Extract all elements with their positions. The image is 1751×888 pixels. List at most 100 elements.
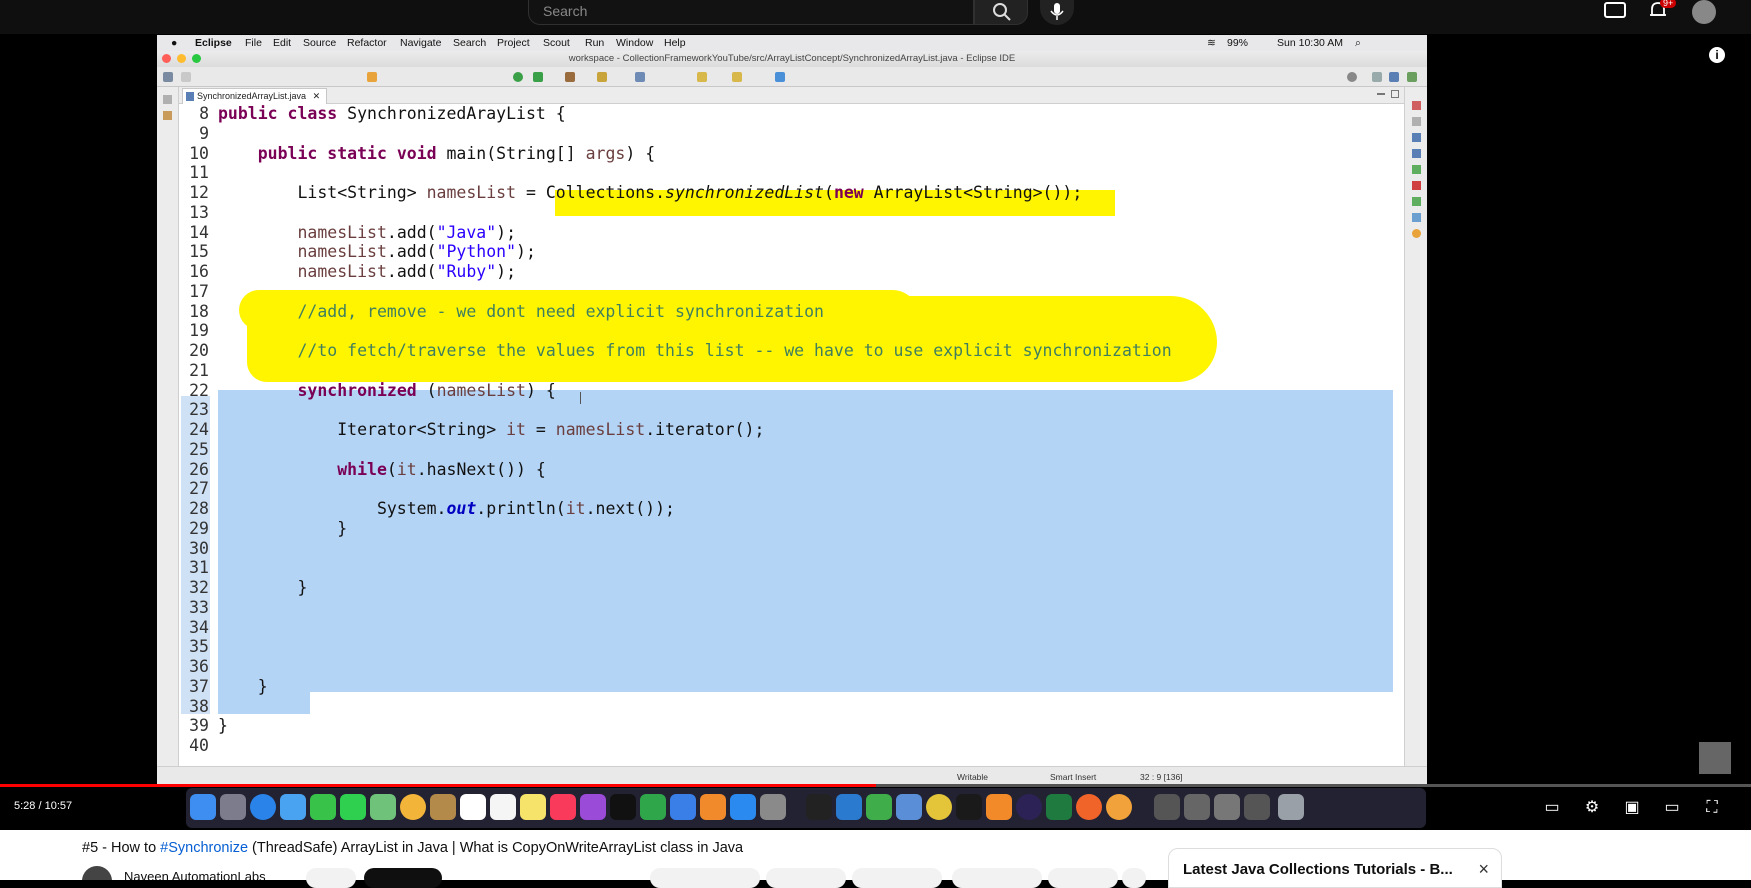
menu-search[interactable]: Search [453, 37, 486, 49]
launchpad-icon[interactable] [220, 794, 246, 820]
code-line[interactable]: } [218, 716, 228, 736]
java-perspective-icon[interactable] [1389, 72, 1399, 82]
close-window-button[interactable] [162, 54, 171, 63]
console-icon[interactable] [1412, 149, 1421, 158]
code-line[interactable]: public static void main(String[] args) { [218, 144, 655, 164]
settings-app-icon[interactable] [1106, 794, 1132, 820]
hashtag-link[interactable]: #Synchronize [160, 840, 248, 856]
wifi-icon[interactable]: ≋ [1207, 37, 1216, 49]
open-type-icon[interactable] [597, 72, 607, 82]
cursor-app-icon[interactable] [866, 794, 892, 820]
download-button[interactable] [852, 868, 942, 888]
podcasts-icon[interactable] [580, 794, 606, 820]
clip-button[interactable] [1048, 868, 1118, 888]
create-icon[interactable] [1604, 2, 1626, 18]
firefox-icon[interactable] [1076, 794, 1102, 820]
menu-navigate[interactable]: Navigate [400, 37, 441, 49]
photos-icon[interactable] [400, 794, 426, 820]
window-thumb-2-icon[interactable] [1184, 794, 1210, 820]
theater-mode-icon[interactable]: ▭ [1661, 798, 1683, 818]
menu-run[interactable]: Run [585, 37, 604, 49]
zoom-window-button[interactable] [192, 54, 201, 63]
debug-icon[interactable] [367, 72, 377, 82]
finder-icon[interactable] [190, 794, 216, 820]
maps-icon[interactable] [370, 794, 396, 820]
junit-icon[interactable] [1412, 229, 1421, 238]
appstore-icon[interactable] [730, 794, 756, 820]
notifications-icon[interactable]: 9+ [1648, 0, 1677, 20]
clock[interactable]: Sun 10:30 AM [1277, 37, 1343, 49]
stickies-icon[interactable] [520, 794, 546, 820]
menu-source[interactable]: Source [303, 37, 336, 49]
minimize-window-button[interactable] [177, 54, 186, 63]
new-icon[interactable] [163, 72, 173, 82]
excel-icon[interactable] [1046, 794, 1072, 820]
calendar-icon[interactable] [460, 794, 486, 820]
code-line[interactable]: while(it.hasNext()) { [218, 460, 546, 480]
window-thumb-4-icon[interactable] [1244, 794, 1270, 820]
perspective-icon[interactable] [1372, 72, 1382, 82]
pages-icon[interactable] [700, 794, 726, 820]
external-tools-icon[interactable] [565, 72, 575, 82]
menu-scout[interactable]: Scout [543, 37, 570, 49]
menu-edit[interactable]: Edit [273, 37, 291, 49]
vscode-icon[interactable] [836, 794, 862, 820]
code-line[interactable]: public class SynchronizedArayList { [218, 104, 566, 124]
code-editor[interactable]: 8 public class SynchronizedArayList {9 10 … [179, 104, 1404, 766]
apple-icon[interactable]: ● [171, 37, 177, 49]
menu-project[interactable]: Project [497, 37, 530, 49]
forward-icon[interactable] [732, 72, 742, 82]
chrome-icon[interactable] [926, 794, 952, 820]
messages-icon[interactable] [340, 794, 366, 820]
close-tab-icon[interactable]: ✕ [313, 91, 321, 101]
code-line[interactable]: synchronized (namesList) { [218, 381, 555, 401]
code-line[interactable]: } [218, 578, 307, 598]
code-line[interactable]: Iterator<String> it = namesList.iterator… [218, 420, 764, 440]
settings-gear-icon[interactable]: ⚙ [1581, 798, 1603, 818]
search-input[interactable]: Search [528, 0, 974, 25]
trash-icon[interactable] [1278, 794, 1304, 820]
search-toolbar-icon[interactable] [635, 72, 645, 82]
code-line[interactable]: //to fetch/traverse the values from this… [218, 341, 1171, 361]
code-line[interactable]: namesList.add("Java"); [218, 223, 516, 243]
debug-perspective-icon[interactable] [1407, 72, 1417, 82]
spotlight-icon[interactable]: ⌕ [1355, 37, 1361, 50]
code-line[interactable]: } [218, 677, 268, 697]
progress-icon[interactable] [1412, 197, 1421, 206]
info-icon[interactable]: i [1709, 47, 1725, 63]
fullscreen-icon[interactable]: ⛶ [1701, 798, 1723, 818]
restore-icon[interactable] [163, 95, 172, 104]
notes-icon[interactable] [430, 794, 456, 820]
window-thumb-3-icon[interactable] [1214, 794, 1240, 820]
activity-monitor-icon[interactable] [956, 794, 982, 820]
servers-icon[interactable] [1412, 165, 1421, 174]
maximize-editor-icon[interactable] [1391, 90, 1399, 98]
share-button[interactable] [766, 868, 846, 888]
coverage-view-icon[interactable] [1412, 213, 1421, 222]
captions-icon[interactable]: ▭ [1541, 798, 1563, 818]
avatar[interactable] [1692, 0, 1716, 24]
system-preferences-icon[interactable] [760, 794, 786, 820]
voice-search-button[interactable] [1040, 0, 1074, 25]
music-icon[interactable] [550, 794, 576, 820]
menu-eclipse[interactable]: Eclipse [195, 37, 232, 49]
miniplayer-icon[interactable]: ▣ [1621, 798, 1643, 818]
channel-name[interactable]: Naveen AutomationLabs [124, 869, 266, 880]
menu-refactor[interactable]: Refactor [347, 37, 387, 49]
run-icon[interactable] [513, 72, 523, 82]
tv-icon[interactable] [610, 794, 636, 820]
eclipse-icon[interactable] [1016, 794, 1042, 820]
editor-tab[interactable]: SynchronizedArrayList.java ✕ [182, 88, 328, 104]
facetime-icon[interactable] [310, 794, 336, 820]
like-button[interactable] [650, 868, 760, 888]
minimize-editor-icon[interactable] [1377, 93, 1385, 95]
code-line[interactable]: } [218, 519, 347, 539]
preview-icon[interactable] [896, 794, 922, 820]
terminal-icon[interactable] [1412, 181, 1421, 190]
channel-avatar[interactable] [82, 866, 112, 880]
menu-file[interactable]: File [245, 37, 262, 49]
reminders-icon[interactable] [490, 794, 516, 820]
join-button[interactable] [306, 868, 356, 888]
global-search-icon[interactable] [1347, 72, 1357, 82]
safari-icon[interactable] [250, 794, 276, 820]
